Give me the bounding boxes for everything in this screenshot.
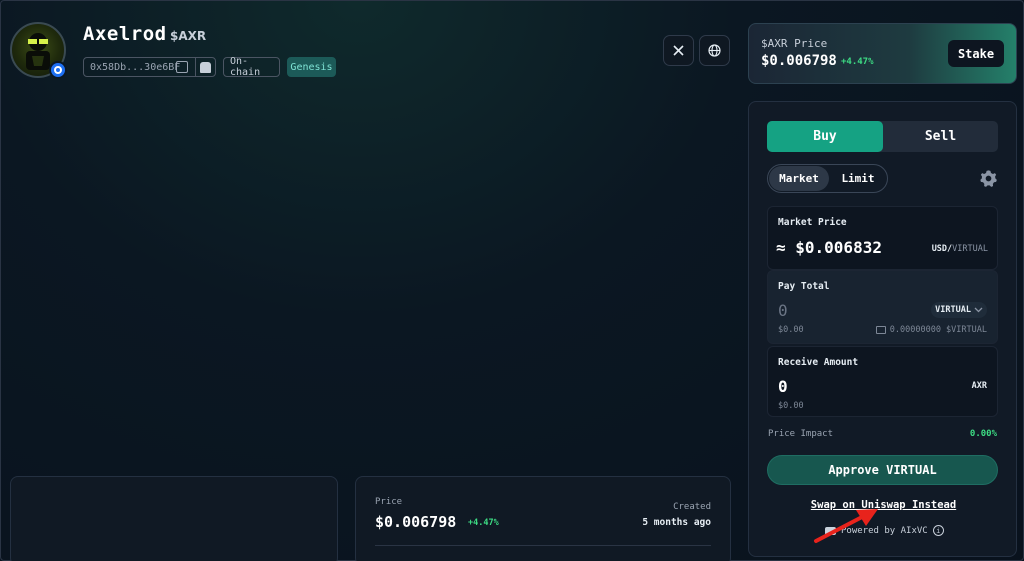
chevron-down-icon <box>974 307 983 313</box>
price-card-label: $AXR Price <box>761 37 828 50</box>
copy-icon[interactable] <box>176 61 188 73</box>
limit-tab[interactable]: Limit <box>830 166 886 191</box>
order-type-toggle: Market Limit <box>767 164 888 193</box>
buy-sell-toggle: Buy Sell <box>767 121 998 152</box>
stats-price-value: $0.006798 <box>375 513 457 531</box>
pay-token-label: VIRTUAL <box>935 305 971 315</box>
unit-main: USD/ <box>931 244 953 254</box>
pay-total-box: Pay Total 0 VIRTUAL $0.00 0.00000000 $VI… <box>767 270 998 344</box>
approve-button[interactable]: Approve VIRTUAL <box>767 455 998 485</box>
market-price-label: Market Price <box>778 217 847 228</box>
x-logo-icon[interactable] <box>663 35 694 66</box>
price-impact-label: Price Impact <box>768 429 834 439</box>
stats-card: Price $0.006798 +4.47% Created 5 months … <box>355 476 731 561</box>
chip-divider <box>195 58 196 76</box>
stake-button[interactable]: Stake <box>948 40 1004 67</box>
verified-badge-icon <box>49 61 67 79</box>
market-price-value: ≈ $0.006832 <box>776 238 882 257</box>
pay-token-select[interactable]: VIRTUAL <box>931 302 987 318</box>
price-impact-value: 0.00% <box>969 429 997 439</box>
explorer-icon[interactable] <box>200 62 211 73</box>
trade-panel: Buy Sell Market Limit Market Price ≈ $0.… <box>748 101 1017 557</box>
info-icon[interactable]: i <box>932 525 944 536</box>
stats-price-change: +4.47% <box>468 518 499 528</box>
token-ticker: $AXR <box>170 29 207 43</box>
pay-amount-input[interactable]: 0 <box>778 301 788 320</box>
receive-usd-value: $0.00 <box>778 401 804 411</box>
pay-usd-value: $0.00 <box>778 325 804 335</box>
gear-icon[interactable] <box>979 169 998 188</box>
info-card-left <box>10 476 338 561</box>
uniswap-link[interactable]: Swap on Uniswap Instead <box>749 499 1018 511</box>
market-tab[interactable]: Market <box>769 166 829 191</box>
market-price-unit: USD/VIRTUAL <box>932 244 988 254</box>
price-card-value: $0.006798 <box>761 53 837 69</box>
market-price-box: Market Price ≈ $0.006832 USD/VIRTUAL <box>767 206 998 270</box>
stats-created-value: 5 months ago <box>642 517 711 528</box>
stats-created-label: Created <box>673 502 711 512</box>
token-name: Axelrod <box>83 23 167 45</box>
receive-amount-box: Receive Amount 0 AXR $0.00 <box>767 346 998 417</box>
receive-token: AXR <box>971 381 987 391</box>
pay-total-label: Pay Total <box>778 281 830 292</box>
unit-sub: VIRTUAL <box>952 244 988 254</box>
sell-tab[interactable]: Sell <box>883 121 998 152</box>
pay-balance-text: 0.00000000 $VIRTUAL <box>889 325 987 335</box>
contract-address-chip[interactable]: 0x58Db...30e6BF <box>83 57 216 77</box>
price-card: $AXR Price $0.006798 +4.47% Stake <box>748 23 1017 84</box>
stats-divider <box>375 545 711 546</box>
receive-amount-label: Receive Amount <box>778 357 859 368</box>
wallet-icon <box>875 326 886 334</box>
onchain-tag: On-chain <box>223 56 280 78</box>
stats-price-label: Price <box>375 497 403 507</box>
globe-icon[interactable] <box>699 35 730 66</box>
genesis-tag: Genesis <box>287 57 336 77</box>
pay-balance: 0.00000000 $VIRTUAL <box>875 325 987 335</box>
receive-amount-value: 0 <box>778 377 788 396</box>
price-card-change: +4.47% <box>841 57 874 67</box>
buy-tab[interactable]: Buy <box>767 121 883 152</box>
annotation-arrow-icon <box>814 509 878 543</box>
token-avatar <box>10 22 67 79</box>
